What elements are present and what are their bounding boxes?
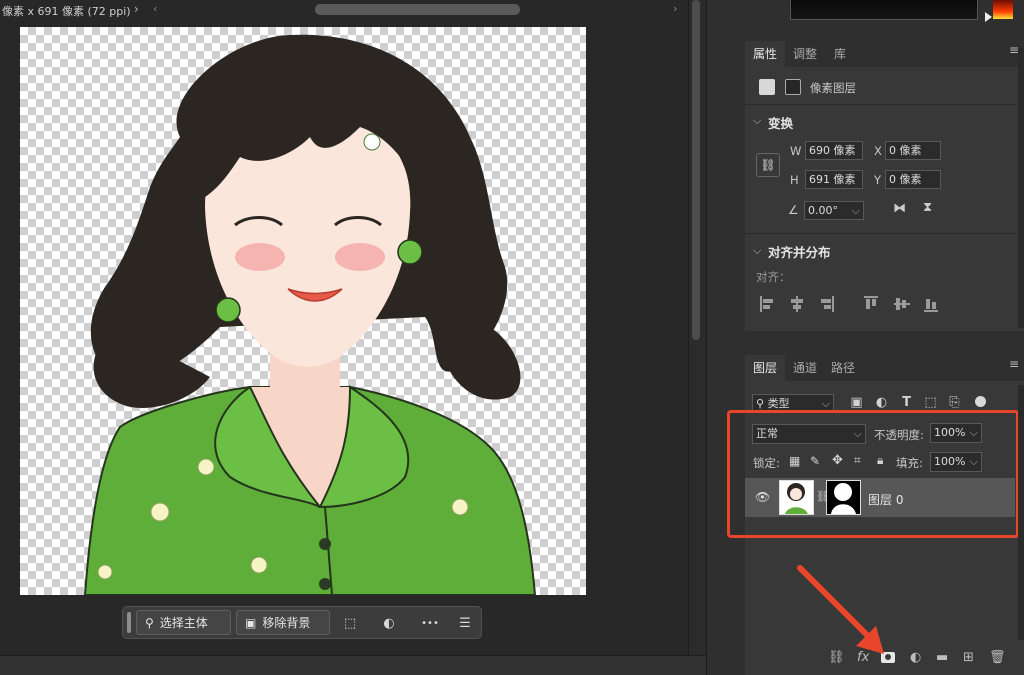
align-label: 对齐： <box>756 270 791 284</box>
chevron-down-icon[interactable]: ⌵ <box>753 114 761 128</box>
filter-toggle-icon[interactable] <box>975 396 986 407</box>
align-left-icon <box>760 296 762 312</box>
new-layer-icon[interactable]: ⊞ <box>963 650 974 665</box>
select-subject-button[interactable]: ⚲ 选择主体 <box>136 610 231 635</box>
contextual-task-bar: ⚲ 选择主体 ▣ 移除背景 ⬚ ◐ ••• ☰ <box>122 606 482 639</box>
girl-illustration <box>83 34 537 595</box>
document-size-status: 像素 x 691 像素 (72 ppi) <box>2 5 131 18</box>
settings-sliders-icon[interactable]: ☰ <box>453 611 477 635</box>
hue-slider[interactable] <box>993 0 1013 19</box>
tab-adjustments[interactable]: 调整 <box>787 41 823 67</box>
filter-pixel-icon[interactable]: ▣ <box>848 394 865 411</box>
width-label: W <box>790 144 802 158</box>
image-icon: ▣ <box>245 615 257 630</box>
scroll-right-arrow[interactable]: › <box>673 2 677 15</box>
taskbar-drag-handle[interactable] <box>127 612 131 633</box>
flip-vertical-icon[interactable]: ⧗ <box>923 200 932 215</box>
panel-menu-icon[interactable]: ≡ <box>1009 357 1019 371</box>
more-options-button[interactable]: ••• <box>415 611 445 635</box>
align-top-icon <box>864 296 878 298</box>
filter-adjustment-icon[interactable]: ◐ <box>873 394 890 411</box>
width-field[interactable]: 690 像素 <box>805 141 863 160</box>
chevron-down-icon[interactable]: ⌵ <box>753 244 761 258</box>
arrow-annotation <box>797 565 884 654</box>
filter-smart-object-icon[interactable]: ⎘ <box>946 394 963 411</box>
panel-menu-icon[interactable]: ≡ <box>1009 43 1019 57</box>
layer-type-label: 像素图层 <box>810 81 856 95</box>
tab-properties[interactable]: 属性 <box>745 41 785 67</box>
horizontal-scroll-thumb[interactable] <box>315 4 520 15</box>
chevron-down-icon: ⌵ <box>851 204 860 217</box>
align-center-h-icon <box>796 296 798 312</box>
new-group-folder-icon[interactable]: ▬ <box>936 650 948 665</box>
adjustment-icon[interactable]: ◐ <box>377 611 401 635</box>
tab-channels[interactable]: 通道 <box>787 355 823 381</box>
canvas-vertical-scroll-thumb[interactable] <box>692 0 700 340</box>
divider <box>745 104 1017 105</box>
height-field[interactable]: 691 像素 <box>805 170 863 189</box>
align-distribute-header[interactable]: 对齐并分布 <box>768 242 831 261</box>
layers-scrollbar[interactable] <box>1018 385 1024 640</box>
link-proportions-icon[interactable]: ⛓ <box>756 153 780 177</box>
person-icon: ⚲ <box>145 615 154 630</box>
pixel-layer-icon <box>759 79 775 95</box>
tab-layers[interactable]: 图层 <box>745 355 785 381</box>
status-bar <box>0 655 706 675</box>
hue-slider-marker[interactable] <box>985 12 992 22</box>
properties-scrollbar[interactable] <box>1018 48 1024 328</box>
document-canvas[interactable] <box>20 27 586 595</box>
align-right-icon <box>832 296 834 312</box>
status-expand-arrow[interactable]: › <box>134 2 139 16</box>
flip-horizontal-icon[interactable]: ⧓ <box>893 201 906 216</box>
search-icon: ⚲ <box>756 397 768 410</box>
angle-field[interactable]: 0.00° ⌵ <box>804 201 864 220</box>
layer-mask-icon[interactable] <box>785 79 801 95</box>
highlight-annotation-box <box>727 410 1019 538</box>
panel-dock-strip <box>706 0 746 675</box>
transform-icon[interactable]: ⬚ <box>338 611 362 635</box>
delete-layer-trash-icon[interactable]: 🗑︎ <box>989 650 1006 665</box>
transform-section-header[interactable]: 变换 <box>768 113 793 132</box>
filter-shape-icon[interactable]: ⬚ <box>922 394 939 411</box>
align-bottom-icon <box>924 310 938 312</box>
y-field[interactable]: 0 像素 <box>885 170 941 189</box>
x-label: X <box>874 144 882 158</box>
color-picker-field[interactable] <box>790 0 978 20</box>
divider <box>745 233 1017 234</box>
angle-icon: ∠ <box>788 203 799 217</box>
height-label: H <box>790 173 799 187</box>
new-adjustment-layer-icon[interactable]: ◐ <box>910 650 921 665</box>
scroll-left-arrow[interactable]: ‹ <box>153 2 157 15</box>
x-field[interactable]: 0 像素 <box>885 141 941 160</box>
align-icons-row <box>760 296 938 312</box>
y-label: Y <box>874 173 882 187</box>
filter-type-icon[interactable]: T <box>898 394 915 411</box>
tab-libraries[interactable]: 库 <box>825 41 855 67</box>
tab-paths[interactable]: 路径 <box>825 355 861 381</box>
remove-background-button[interactable]: ▣ 移除背景 <box>236 610 330 635</box>
